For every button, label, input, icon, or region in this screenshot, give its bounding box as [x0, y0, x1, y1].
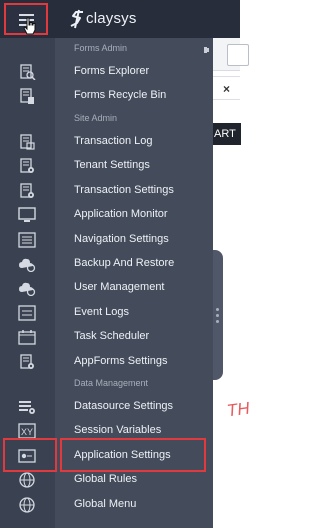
background-close-icon[interactable]: × — [223, 82, 230, 96]
transaction-log-icon — [20, 134, 35, 150]
highlight-box-label — [60, 438, 206, 472]
sidebar-item-tenant-settings[interactable]: Tenant Settings — [0, 154, 213, 178]
sidebar-item-user-management[interactable]: User Management — [0, 276, 213, 300]
sidebar-item-label: Transaction Settings — [74, 183, 174, 196]
cloud-backup-icon — [19, 258, 36, 272]
logo-text: claysys — [86, 10, 137, 27]
datasource-settings-icon — [19, 401, 35, 414]
sidebar-item-datasource-settings[interactable]: Datasource Settings — [0, 395, 213, 419]
appforms-settings-icon — [20, 353, 34, 369]
transaction-settings-icon — [20, 183, 34, 198]
globe-rules-icon — [19, 472, 35, 488]
sidebar-item-label: Session Variables — [74, 424, 162, 437]
claysys-s-logo-icon — [70, 9, 83, 29]
session-variables-icon: XY — [18, 423, 36, 440]
sidebar-item-label: Application Monitor — [74, 208, 168, 221]
sidebar-item-navigation-settings[interactable]: Navigation Settings — [0, 228, 213, 252]
sidebar-item-application-monitor[interactable]: Application Monitor — [0, 203, 213, 227]
calendar-icon — [18, 330, 36, 345]
sidebar-item-global-menu[interactable]: Global Menu — [0, 493, 213, 517]
sidebar-item-label: Transaction Log — [74, 135, 153, 147]
sidebar-resize-handle[interactable] — [213, 250, 223, 380]
sidebar-item-task-scheduler[interactable]: Task Scheduler — [0, 325, 213, 349]
sidebar-item-label: Tenant Settings — [74, 159, 150, 172]
globe-menu-icon — [19, 496, 35, 513]
sidebar-item-label: Backup And Restore — [74, 257, 175, 269]
section-header: Site Admin — [74, 113, 118, 123]
sidebar-item-label: Datasource Settings — [74, 400, 174, 412]
admin-sidebar: Forms Admin Forms Explorer Forms Recycle B… — [0, 38, 213, 528]
forms-explorer-icon — [20, 64, 36, 80]
pin-icon[interactable] — [200, 45, 210, 55]
sidebar-item-label: Global Rules — [74, 473, 137, 486]
event-logs-icon — [18, 305, 36, 321]
sidebar-item-transaction-settings[interactable]: Transaction Settings — [0, 179, 213, 203]
sidebar-item-appforms-settings[interactable]: AppForms Settings — [0, 350, 213, 374]
hand-cursor-icon — [23, 17, 36, 35]
sidebar-item-forms-recycle-bin[interactable]: Forms Recycle Bin — [0, 84, 213, 108]
section-header: Forms Admin — [74, 43, 128, 53]
recycle-bin-icon — [20, 88, 34, 105]
sidebar-item-label: Navigation Settings — [74, 232, 169, 245]
background-toolbar-button[interactable]: ART — [213, 123, 241, 145]
sidebar-item-label: Forms Explorer — [74, 65, 150, 77]
sidebar-item-label: User Management — [74, 281, 165, 294]
section-header: Data Management — [74, 378, 149, 388]
sidebar-item-backup-and-restore[interactable]: Backup And Restore — [0, 252, 213, 276]
sidebar-item-event-logs[interactable]: Event Logs — [0, 301, 213, 325]
monitor-icon — [18, 207, 36, 223]
tenant-settings-icon — [20, 158, 34, 174]
cloud-user-icon — [19, 283, 36, 297]
background-toolbar-label: ART — [214, 128, 236, 140]
sidebar-item-transaction-log[interactable]: Transaction Log — [0, 130, 213, 154]
sidebar-item-label: AppForms Settings — [74, 354, 168, 367]
background-tab-row — [213, 38, 249, 71]
navigation-settings-icon — [18, 231, 36, 248]
background-tab-button[interactable] — [227, 44, 249, 66]
sidebar-item-label: Task Scheduler — [74, 330, 150, 343]
sidebar-item-label: Forms Recycle Bin — [74, 89, 167, 102]
background-watermark-text: TH — [225, 398, 251, 421]
sidebar-item-label: Global Menu — [74, 497, 137, 510]
sidebar-item-label: Event Logs — [74, 305, 130, 318]
sidebar-item-forms-explorer[interactable]: Forms Explorer — [0, 60, 213, 84]
top-bar: claysys — [0, 0, 240, 38]
highlight-box-icon — [3, 438, 57, 472]
svg-text:XY: XY — [21, 427, 33, 437]
